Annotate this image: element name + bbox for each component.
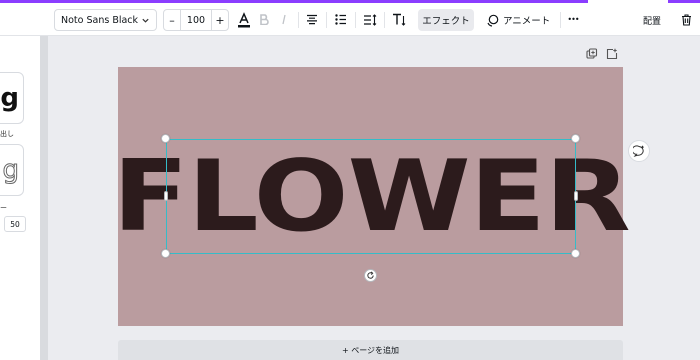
style-preview-glyph: g [2, 155, 19, 185]
text-color-button[interactable] [236, 3, 252, 36]
style-caption: 出し [0, 130, 14, 138]
text-direction-button[interactable] [391, 3, 407, 36]
resize-handle-top-left[interactable] [161, 134, 170, 143]
bullet-list-icon [335, 14, 346, 25]
selection-box[interactable] [166, 139, 576, 254]
effect-value-input[interactable]: 50 [4, 216, 26, 232]
panel-scrollbar[interactable] [40, 36, 48, 360]
line-spacing-icon [364, 13, 377, 26]
align-center-icon [307, 14, 317, 25]
vertical-text-icon [393, 13, 406, 26]
toolbar-divider [384, 12, 385, 28]
animate-button[interactable]: アニメート [486, 9, 558, 31]
decrease-size-button[interactable]: – [164, 14, 180, 27]
spacing-button[interactable] [362, 3, 378, 36]
rotate-icon [367, 271, 374, 279]
trash-icon [681, 13, 691, 26]
text-color-icon [238, 11, 250, 27]
more-options-button[interactable]: ••• [564, 3, 582, 36]
text-style-card-shadow[interactable]: g [0, 72, 24, 124]
resize-handle-bottom-left[interactable] [161, 249, 170, 258]
font-size-input[interactable]: 100 [181, 15, 211, 26]
toolbar-divider [560, 12, 561, 28]
toolbar-divider [355, 12, 356, 28]
bold-button[interactable] [258, 3, 270, 36]
font-size-stepper[interactable]: – 100 + [163, 9, 229, 31]
align-button[interactable] [305, 3, 319, 36]
italic-icon [282, 14, 286, 25]
font-family-value: Noto Sans Black [61, 14, 139, 26]
left-effects-panel: g 出し g ー 50 [0, 36, 40, 360]
style-caption: ー [0, 204, 7, 212]
page-actions [586, 48, 618, 60]
add-page-icon[interactable] [606, 48, 618, 60]
toolbar-divider [326, 12, 327, 28]
duplicate-page-icon[interactable] [586, 48, 598, 60]
list-button[interactable] [334, 3, 348, 36]
effects-button[interactable]: エフェクト [418, 9, 474, 31]
animate-label: アニメート [503, 16, 551, 27]
text-toolbar: Noto Sans Black – 100 + エフェクト アニメート ••• … [0, 3, 700, 36]
font-family-dropdown[interactable]: Noto Sans Black [54, 9, 157, 31]
resize-handle-left[interactable] [164, 191, 168, 201]
increase-size-button[interactable]: + [212, 14, 228, 27]
style-preview-glyph: g [0, 83, 19, 113]
add-page-button[interactable]: + ページを追加 [118, 340, 623, 360]
animate-icon [487, 14, 499, 27]
rotate-handle[interactable] [364, 269, 377, 282]
add-comment-button[interactable] [628, 140, 650, 162]
text-style-card-outline[interactable]: g [0, 144, 24, 196]
italic-button[interactable] [278, 3, 290, 36]
resize-handle-top-right[interactable] [571, 134, 580, 143]
delete-button[interactable] [679, 3, 693, 36]
resize-handle-bottom-right[interactable] [571, 249, 580, 258]
resize-handle-right[interactable] [574, 191, 578, 201]
comment-icon [633, 145, 644, 157]
toolbar-divider [298, 12, 299, 28]
chevron-down-icon [142, 18, 149, 23]
position-button[interactable]: 配置 [636, 9, 668, 31]
bold-icon [260, 14, 269, 25]
